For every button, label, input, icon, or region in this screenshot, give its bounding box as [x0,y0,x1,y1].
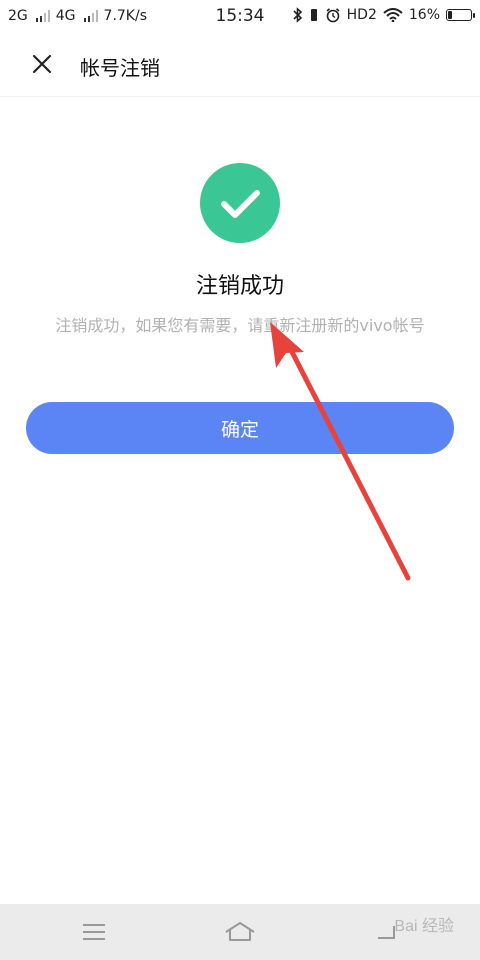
annotation-arrow-icon [270,322,411,581]
menu-icon [83,924,105,940]
home-button[interactable] [224,918,256,946]
close-icon [32,54,52,74]
confirm-button[interactable]: 确定 [26,402,454,454]
result-description: 注销成功，如果您有需要，请重新注册新的vivo帐号 [55,316,425,335]
success-check-icon [200,163,280,243]
battery-icon [446,9,475,21]
vibrate-icon [310,9,317,21]
result-title: 注销成功 [195,274,284,299]
baidu-watermark: Bai 经验 [394,918,454,935]
bluetooth-icon [293,7,302,23]
hd-label: HD2 [346,7,377,23]
menu-button[interactable] [78,918,110,946]
system-nav-bar: Bai 经验 [0,904,480,960]
wifi-icon [383,8,403,22]
home-icon [225,922,255,941]
checkmark-icon [221,190,260,218]
close-button[interactable] [26,48,58,80]
battery-percent: 16% [408,7,440,23]
page-title: 帐号注销 [80,56,160,80]
status-bar: 2G 4G 7.7K/s 15:34 HD2 16% [0,0,480,34]
status-right: HD2 16% [293,7,475,23]
header: 帐号注销 [0,34,480,97]
alarm-icon [326,8,340,23]
